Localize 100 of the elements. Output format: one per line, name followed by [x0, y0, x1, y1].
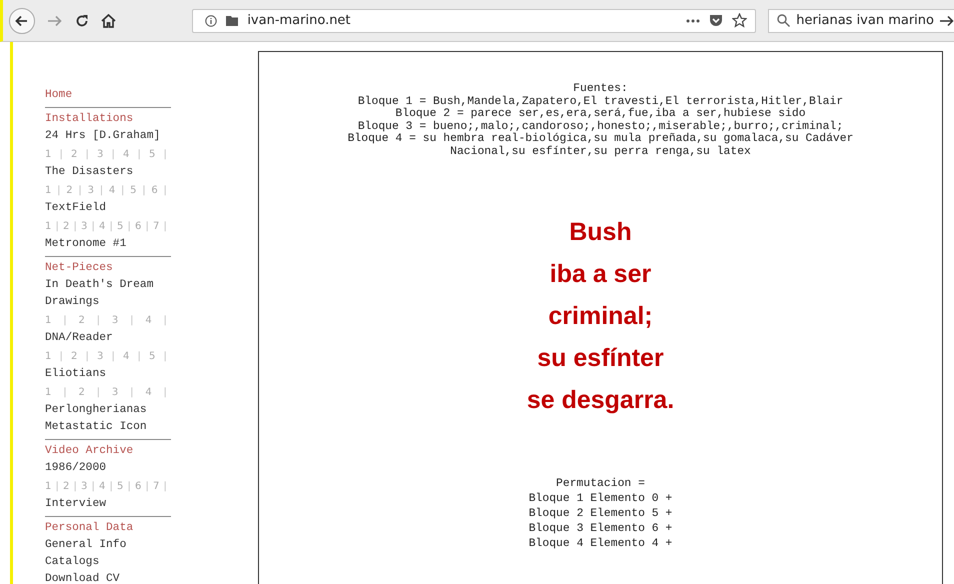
- source-line: Bloque 1 = Bush,Mandela,Zapatero,El travesti,El terrorista,Hitler,Blair: [356, 96, 844, 108]
- page-link[interactable]: 1: [45, 218, 52, 235]
- separator: |: [110, 220, 113, 234]
- separator: |: [56, 480, 59, 494]
- section-link[interactable]: Net-Pieces: [45, 260, 171, 277]
- page-link[interactable]: 2: [71, 348, 78, 365]
- page-link[interactable]: 1: [45, 312, 52, 329]
- home-icon[interactable]: [101, 14, 116, 28]
- star-icon[interactable]: [732, 13, 748, 28]
- page-link[interactable]: 4: [108, 182, 116, 199]
- page-link[interactable]: 3: [81, 218, 88, 235]
- separator: |: [96, 314, 100, 328]
- page-link[interactable]: 6: [135, 478, 142, 495]
- menu-link[interactable]: In Death's Dream: [45, 277, 171, 294]
- separator: |: [74, 220, 77, 234]
- menu-link[interactable]: 1986/2000: [45, 460, 171, 477]
- pocket-icon[interactable]: [709, 14, 724, 27]
- page-link[interactable]: 3: [112, 312, 118, 329]
- back-button[interactable]: [9, 8, 35, 34]
- menu-link[interactable]: Metronome #1: [45, 236, 171, 253]
- poem-line: criminal;: [547, 301, 654, 332]
- page-link[interactable]: 3: [97, 146, 104, 163]
- menu-link[interactable]: Catalogs: [45, 554, 171, 571]
- page-link[interactable]: 4: [123, 348, 130, 365]
- page-link[interactable]: 4: [99, 218, 106, 235]
- page-link[interactable]: 2: [78, 384, 85, 401]
- page-link[interactable]: 2: [71, 146, 78, 163]
- separator: |: [63, 386, 67, 400]
- menu-link[interactable]: Eliotians: [45, 366, 171, 383]
- page-link[interactable]: 6: [135, 218, 142, 235]
- page-link[interactable]: 1: [45, 182, 52, 199]
- search-field[interactable]: herianas ivan marino: [768, 8, 954, 32]
- section-link[interactable]: Personal Data: [45, 520, 171, 537]
- go-arrow-icon[interactable]: [940, 14, 954, 26]
- source-line: Bloque 2 = parece ser,es,era,será,fue,iba a ser,hubiese sido: [394, 108, 807, 120]
- menu-link[interactable]: Drawings: [45, 294, 171, 311]
- page-link[interactable]: 2: [66, 182, 73, 199]
- page-link[interactable]: 7: [153, 478, 160, 495]
- menu-link[interactable]: 24 Hrs [D.Graham]: [45, 128, 171, 145]
- info-icon[interactable]: [205, 14, 218, 26]
- page-link[interactable]: 3: [88, 182, 94, 199]
- menu-link[interactable]: TextField: [45, 200, 171, 217]
- section-link[interactable]: Installations: [45, 111, 171, 128]
- page-link[interactable]: 2: [63, 218, 70, 235]
- permutation-title: Permutacion =: [555, 477, 646, 492]
- permutation-line: Bloque 2 Elemento 5 +: [528, 507, 672, 522]
- separator: |: [164, 480, 167, 494]
- menu-link[interactable]: DNA/Reader: [45, 330, 171, 347]
- separator: |: [57, 184, 61, 198]
- poem-line: su esfínter: [536, 343, 665, 374]
- separator: |: [164, 314, 167, 328]
- address-bar[interactable]: ivan-marino.net: [192, 8, 756, 32]
- section-link[interactable]: Video Archive: [45, 443, 171, 460]
- page-link[interactable]: 1: [45, 348, 52, 365]
- page-link[interactable]: 4: [123, 146, 130, 163]
- separator: |: [86, 350, 89, 364]
- page-link[interactable]: 1: [45, 384, 52, 401]
- page-link[interactable]: 4: [99, 478, 106, 495]
- separator: |: [86, 148, 89, 162]
- section-link[interactable]: Home: [45, 87, 171, 104]
- reload-icon[interactable]: [75, 14, 89, 28]
- page-link[interactable]: 4: [145, 384, 152, 401]
- separator: |: [130, 314, 134, 328]
- source-line: Bloque 4 = su hembra real-biológica,su mula preñada,su gomalaca,su Cadáver Nacional,su esfínter,su perra renga,su latex: [346, 133, 854, 158]
- sources-title: Fuentes:: [572, 83, 629, 96]
- separator: |: [112, 148, 115, 162]
- menu-link[interactable]: Metastatic Icon: [45, 419, 171, 436]
- page-link[interactable]: 3: [112, 384, 118, 401]
- separator: |: [164, 350, 167, 364]
- permutation-line: Bloque 1 Elemento 0 +: [528, 492, 672, 507]
- menu-link[interactable]: General Info: [45, 537, 171, 554]
- menu-link[interactable]: Interview: [45, 496, 171, 513]
- page-link[interactable]: 2: [63, 478, 70, 495]
- page-link[interactable]: 5: [117, 218, 124, 235]
- separator: |: [164, 386, 167, 400]
- menu-link[interactable]: The Disasters: [45, 164, 171, 181]
- menu-link[interactable]: Download CV: [45, 571, 171, 584]
- separator: |: [142, 184, 146, 198]
- page-link[interactable]: 5: [117, 478, 124, 495]
- page-link[interactable]: 3: [81, 478, 88, 495]
- page-link[interactable]: 4: [145, 312, 152, 329]
- separator: |: [130, 386, 134, 400]
- menu-link[interactable]: Perlongherianas: [45, 402, 171, 419]
- page-link[interactable]: 7: [153, 218, 160, 235]
- page-link[interactable]: 5: [149, 146, 156, 163]
- separator: |: [138, 148, 141, 162]
- page-link[interactable]: 5: [149, 348, 156, 365]
- page-link[interactable]: 2: [78, 312, 85, 329]
- permutation-line: Bloque 4 Elemento 4 +: [528, 537, 672, 552]
- page-link[interactable]: 1: [45, 146, 52, 163]
- more-icon[interactable]: [686, 18, 700, 22]
- page-link[interactable]: 6: [151, 182, 158, 199]
- separator: |: [146, 220, 149, 234]
- separator: |: [128, 480, 131, 494]
- page-link[interactable]: 1: [45, 478, 52, 495]
- page-link[interactable]: 5: [130, 182, 136, 199]
- search-icon: [777, 14, 790, 27]
- url-text[interactable]: ivan-marino.net: [247, 13, 678, 28]
- page-link[interactable]: 3: [97, 348, 104, 365]
- separator: |: [74, 480, 77, 494]
